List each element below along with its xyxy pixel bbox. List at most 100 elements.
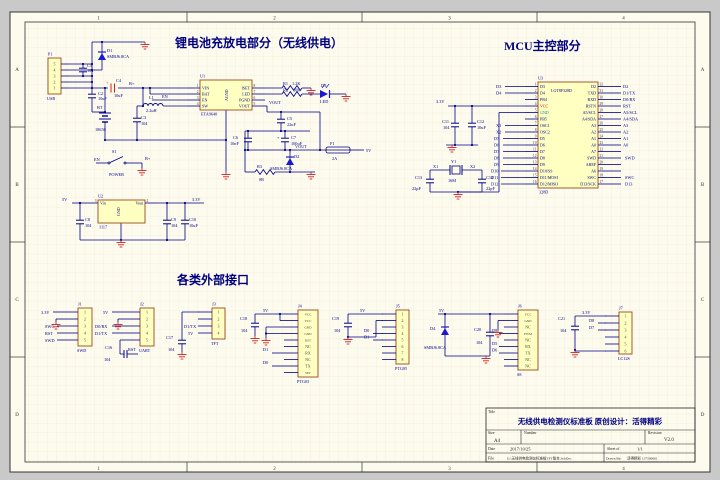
net-label: D1 xyxy=(107,48,112,53)
net-label: D1/TX xyxy=(623,91,636,96)
net-label: X1 xyxy=(496,123,501,128)
pin-label: 3 xyxy=(402,325,404,329)
pin-label: 6 xyxy=(402,345,404,349)
pin-label: NC xyxy=(305,345,311,349)
junction-dot xyxy=(91,75,93,77)
component-ref: J5 xyxy=(396,304,400,309)
pin-name: EN xyxy=(202,98,207,103)
pin-name: RSTN xyxy=(586,104,596,109)
title-block-date: 2017/10/25 xyxy=(510,447,531,452)
schematic-editor-sheet: 11223344AABBCCDD+U1ETA96401VIN2BAT3EN4SW… xyxy=(0,0,720,480)
pin-label: 2 xyxy=(54,80,56,84)
net-label: A3 xyxy=(623,123,628,128)
pin-name: RXD xyxy=(588,97,597,102)
junction-dot xyxy=(101,41,103,43)
net-label: C16 xyxy=(105,345,113,350)
net-label: C19 xyxy=(332,316,339,321)
net-label: EN xyxy=(162,94,168,99)
pin-label: 3 xyxy=(625,328,627,332)
net-label: 1.2K xyxy=(292,81,301,86)
net-label: 22pF xyxy=(412,186,421,191)
pin-label: SET xyxy=(305,371,311,375)
net-label: 2A xyxy=(332,156,338,161)
pin-label: NC xyxy=(305,358,311,362)
title-block-label: Sheet of xyxy=(607,447,620,451)
pin-label: 1 xyxy=(146,310,148,314)
net-label: 10K xyxy=(293,88,301,93)
net-label: C21 xyxy=(558,316,565,321)
net-label: D6 xyxy=(494,143,500,148)
title-block-label: Revision xyxy=(648,431,662,435)
net-label: R1 xyxy=(283,81,288,86)
net-label: X1 xyxy=(433,164,438,169)
net-label: D12 xyxy=(491,182,498,187)
net-label: SMBJ6.8CA xyxy=(107,54,130,59)
pin-number: 17 xyxy=(600,180,604,184)
net-label: 10uF xyxy=(98,96,107,101)
component-part: 328D xyxy=(539,190,548,195)
pin-name: GND xyxy=(540,110,549,115)
section-title: 各类外部接口 xyxy=(176,272,249,287)
net-label: C10 xyxy=(189,217,196,222)
net-label: 5V xyxy=(103,310,109,315)
pin-name: VCC xyxy=(540,104,549,109)
net-label: D4 xyxy=(496,91,502,96)
title-block-label: Number xyxy=(524,431,537,435)
net-label: C11 xyxy=(442,119,449,124)
net-label: D11 xyxy=(491,175,498,180)
title-block-label: Size xyxy=(488,431,495,435)
pin-label: TX xyxy=(305,364,310,368)
title-block-size: A4 xyxy=(494,439,501,444)
pin-number: 2 xyxy=(147,199,149,203)
net-label: 104 xyxy=(87,68,94,73)
pin-label: 3 xyxy=(218,324,220,328)
net-label: F1 xyxy=(330,141,335,146)
component-ref: J2 xyxy=(140,302,144,307)
net-label: D1/TX xyxy=(95,331,108,336)
net-label: D13 xyxy=(625,182,632,187)
pin-number: 8 xyxy=(535,128,537,132)
pin-number: 6 xyxy=(535,115,537,119)
pin-label: 2 xyxy=(146,317,148,321)
frame-ref-row: D xyxy=(15,413,19,418)
pin-label: 2 xyxy=(84,317,86,321)
pin-number: 16 xyxy=(533,180,537,184)
net-label: D2 xyxy=(623,84,628,89)
net-label: C6 xyxy=(233,135,239,140)
net-label: SWC xyxy=(625,175,634,180)
net-label: D1/TX xyxy=(184,324,197,329)
pin-label: 1 xyxy=(625,314,627,318)
pin-name: SW xyxy=(202,104,208,109)
pin-label: 2 xyxy=(625,321,627,325)
pin-number: 25 xyxy=(600,128,604,132)
component-part: LC12S xyxy=(618,356,631,361)
net-label: C17 xyxy=(166,335,174,340)
component-part: ETA9640 xyxy=(201,112,217,117)
net-label: D8 xyxy=(589,318,594,323)
component-part: SWD xyxy=(77,348,86,353)
pin-name: D8 xyxy=(540,156,545,161)
junction-dot xyxy=(225,139,227,141)
net-label: D4 xyxy=(430,326,436,331)
pin-number: 22 xyxy=(600,148,604,152)
net-label: B+ xyxy=(129,81,135,86)
net-label: 5V xyxy=(366,148,372,153)
junction-dot xyxy=(104,87,106,89)
pin-number: 4 xyxy=(197,102,199,106)
pin-number: 20 xyxy=(600,161,604,165)
component-U3[interactable]: U3328D1D32D43PB44VCC5GND6PB57OSC18OSC29D… xyxy=(525,76,611,195)
net-label: D0/RX xyxy=(623,97,636,102)
pin-label: 2 xyxy=(218,317,220,321)
pin-label: 4 xyxy=(54,68,56,72)
net-label: C20 xyxy=(474,327,481,332)
pin-label: NC xyxy=(525,338,531,342)
title-block-sheet: 1/1 xyxy=(637,447,643,452)
net-label: D0 xyxy=(364,328,369,333)
net-label: POWER xyxy=(109,172,124,177)
pin-label: 1 xyxy=(84,310,86,314)
net-label: C13 xyxy=(415,175,422,180)
net-label: 0R xyxy=(259,177,264,182)
net-label: D9 xyxy=(494,162,499,167)
pin-number: 27 xyxy=(600,115,604,119)
pin-name: A5/SCL xyxy=(583,110,597,115)
